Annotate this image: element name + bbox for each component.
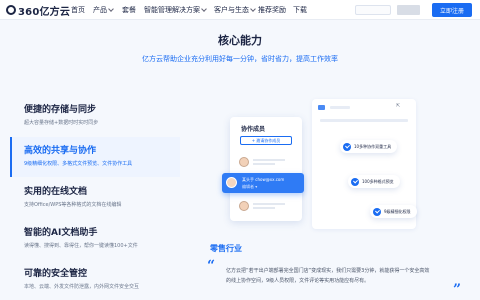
check-icon [351,177,359,186]
nav-home[interactable]: 首页 [71,4,93,16]
nav-download[interactable]: 下载 [293,4,313,16]
feature-title: 便捷的存储与同步 [24,105,97,115]
active-indicator [10,219,12,259]
feature-desc: 本地、云端、外发文件防泄露，内外网文件安全交互 [24,284,140,290]
active-indicator [10,260,12,300]
industry-testimonial: 亿方云把“若干出户端部署完全国门店”变成现实，我们只需要3分钟，就能获得一个安全… [226,268,430,284]
nav-label: 下载 [293,6,307,14]
member-row [239,157,293,169]
nav-label: 智能管理 [144,6,172,14]
logo[interactable]: 360亿方云 [6,4,71,18]
feature-item-storage[interactable]: 便捷的存储与同步 超大容量存储+数据时时实时同步 [10,96,180,136]
chevron-down-icon [108,6,114,12]
feature-item-sharing[interactable]: 高效的共享与协作 9级精细化权限、多格式文件预览、文件协作工具 [10,137,180,177]
top-navigation-bar: 360亿方云 首页 产品 套餐 智能管理 解决方案 客户与生态 推荐奖励 下载 … [0,0,480,20]
feature-desc: 9级精细化权限、多格式文件预览、文件协作工具 [24,161,133,167]
placeholder-line [253,207,275,209]
register-button[interactable]: 立即注册 [432,3,472,17]
feature-pill: 100多种格式预览 [348,175,400,188]
pill-label: 100多种格式预览 [362,178,394,184]
feature-title: 高效的共享与协作 [24,146,97,156]
feature-desc: 读得懂、搜得到、靠得住，帮你一键读懂100+文件 [24,243,138,249]
invite-member-button[interactable]: + 邀请协作成员 [240,136,292,145]
folder-icon [318,105,325,110]
check-icon [343,142,351,151]
panel-placeholder-bar [320,119,408,122]
highlighted-member[interactable]: 某头手 chow@xx.com 编辑者 ▾ [222,173,304,193]
placeholder-line [253,159,285,161]
feature-title: 实用的在线文档 [24,187,88,197]
quote-close-icon: ” [453,282,462,298]
quote-open-icon: “ [207,258,216,274]
nav-label: 推荐奖励 [258,6,286,14]
nav-label: 产品 [93,6,107,14]
member-name: 某头手 chow@xx.com [242,177,285,182]
nav-solutions[interactable]: 解决方案 [172,4,214,16]
panel-placeholder-bar [330,106,350,109]
active-indicator [10,178,12,218]
nav-products[interactable]: 产品 [93,4,122,16]
placeholder-line [253,163,275,165]
feature-item-online-docs[interactable]: 实用的在线文档 支持Office/WPS等各种格式的文档在线编辑 [10,178,180,218]
nav-smart-management[interactable]: 智能管理 [144,4,172,16]
nav-label: 套餐 [122,6,136,14]
nav-plans[interactable]: 套餐 [122,4,144,16]
card-title: 协作成员 [241,126,266,133]
avatar [226,177,237,188]
pill-label: 9级精细化权限 [384,208,411,214]
search-input[interactable] [355,5,391,15]
user-account-redacted[interactable] [397,5,420,15]
feature-item-ai-assistant[interactable]: 智能的AI文档助手 读得懂、搜得到、靠得住，帮你一键读懂100+文件 [10,219,180,259]
feature-pill: 10多种协作双重工具 [340,140,398,153]
feature-desc: 支持Office/WPS等各种格式的文档在线编辑 [24,202,122,208]
section-subtitle: 亿方云帮助企业充分利用好每一分钟，省时省力，提高工作效率 [142,55,338,63]
member-row [239,201,293,213]
nav-label: 首页 [71,6,85,14]
feature-title: 智能的AI文档助手 [24,228,98,238]
avatar [239,157,249,167]
chevron-down-icon [250,6,256,12]
logo-text: 360亿方云 [18,6,71,18]
pill-label: 10多种协作双重工具 [354,143,392,149]
nav-referral[interactable]: 推荐奖励 [258,4,293,16]
member-role[interactable]: 编辑者 ▾ [242,184,257,190]
logo-icon [6,5,16,15]
active-indicator [10,96,12,136]
members-card: 协作成员 + 邀请协作成员 [230,117,302,221]
main-nav: 首页 产品 套餐 智能管理 解决方案 客户与生态 推荐奖励 下载 [71,4,313,16]
industry-title: 零售行业 [210,244,242,253]
collaboration-illustration: ⇱ 协作成员 + 邀请协作成员 某头手 chow@xx.com 编辑者 ▾ 10… [220,95,460,235]
nav-label: 解决方案 [172,6,200,14]
feature-desc: 超大容量存储+数据时时实时同步 [24,120,99,126]
placeholder-line [253,203,285,205]
check-icon [373,207,381,216]
share-icon: ⇱ [396,103,401,109]
feature-title: 可靠的安全管控 [24,269,88,279]
nav-label: 客户与生态 [214,6,249,14]
chevron-down-icon [201,6,207,12]
feature-item-security[interactable]: 可靠的安全管控 本地、云端、外发文件防泄露，内外网文件安全交互 [10,260,180,300]
active-indicator [10,137,12,177]
avatar [239,201,249,211]
nav-customers[interactable]: 客户与生态 [214,4,258,16]
section-title: 核心能力 [218,34,262,47]
feature-pill: 9级精细化权限 [370,205,417,218]
